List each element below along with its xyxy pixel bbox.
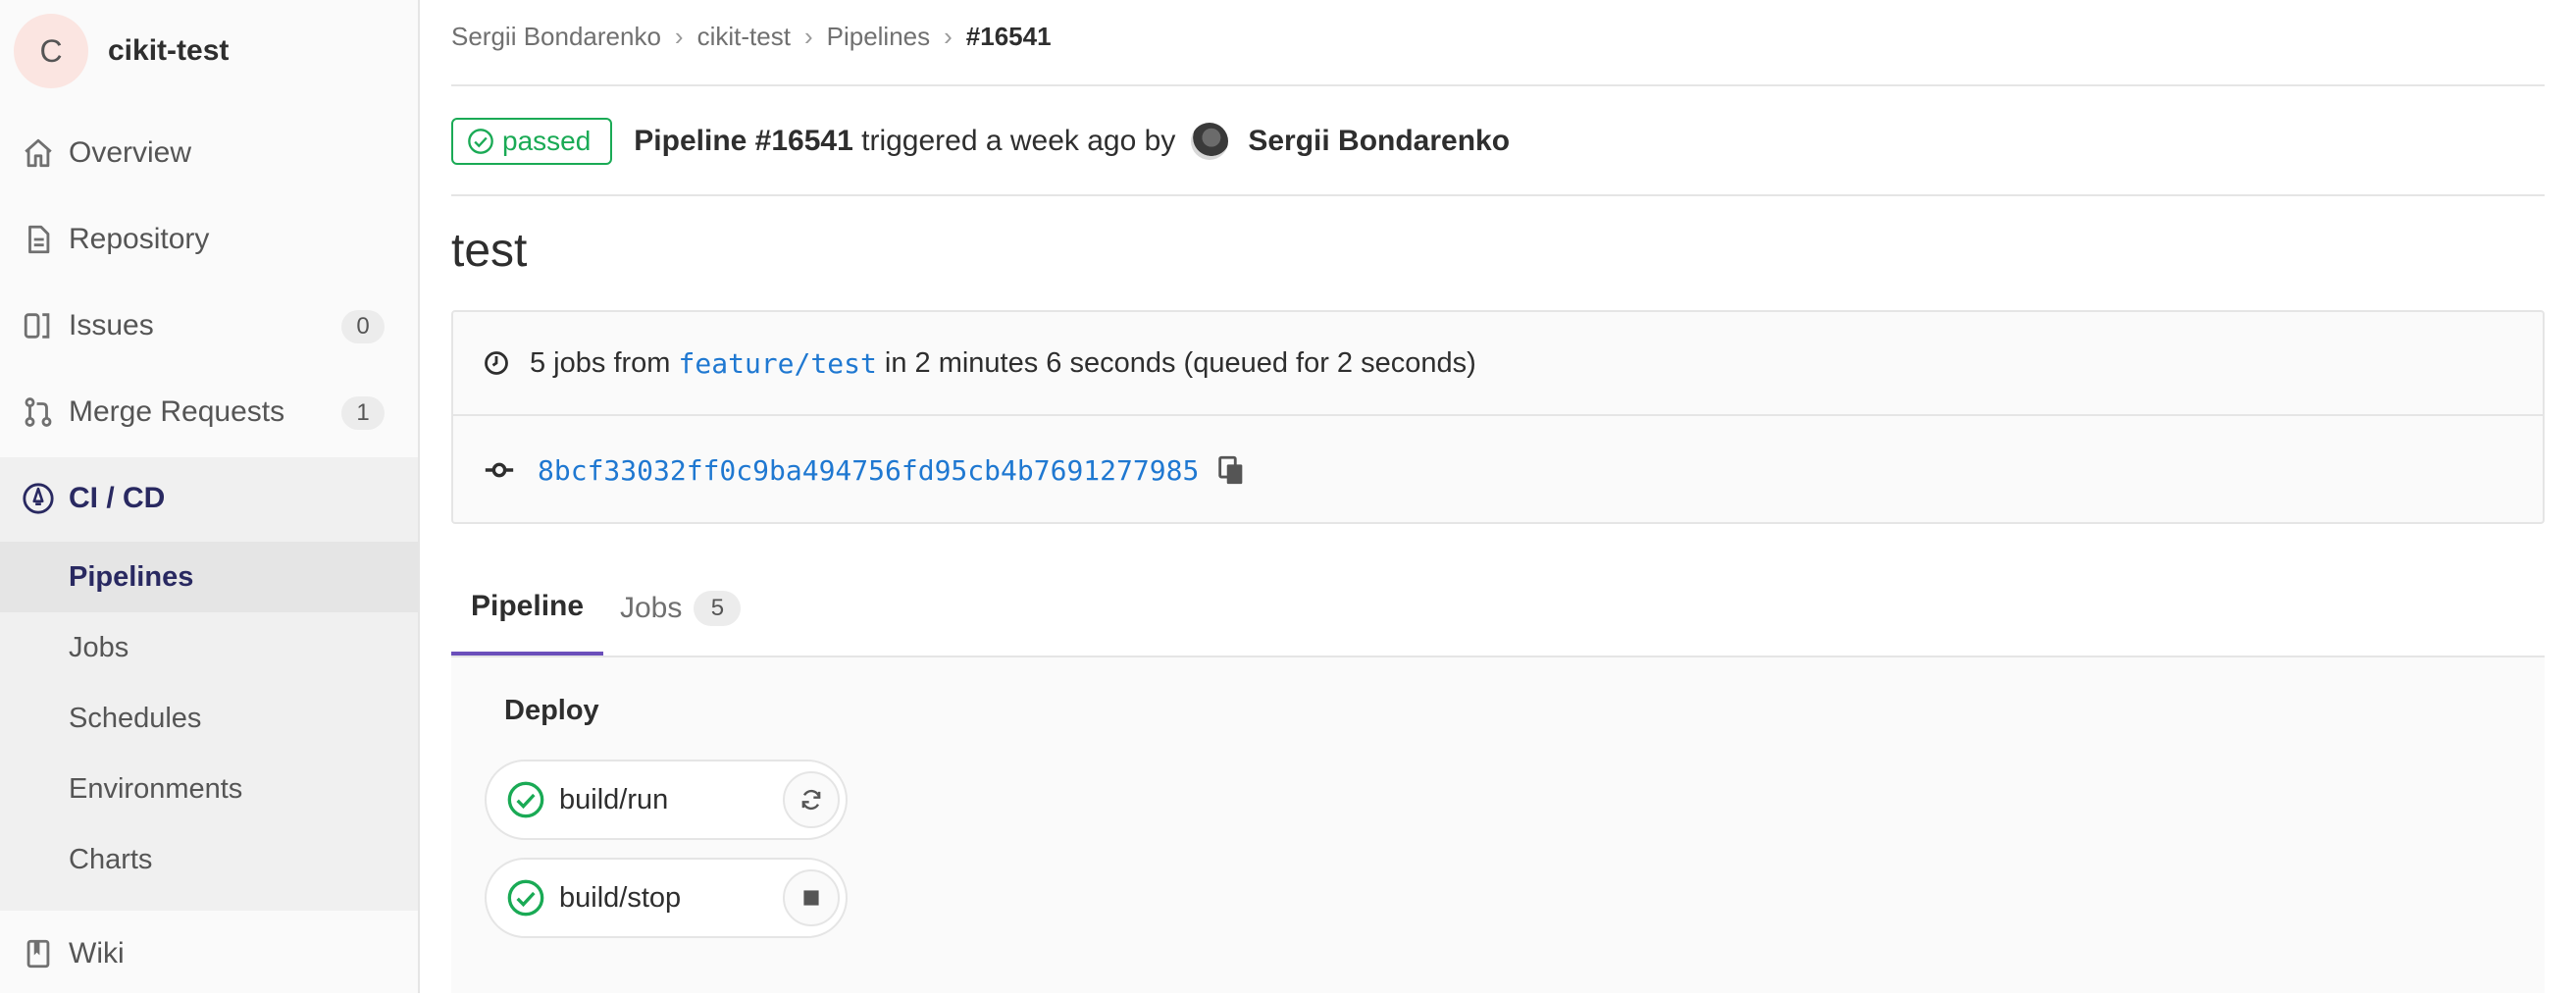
chevron-right-icon: › <box>803 22 813 51</box>
document-icon <box>22 223 55 256</box>
sidebar-item-label: Repository <box>69 223 210 255</box>
breadcrumb: Sergii Bondarenko › cikit-test › Pipelin… <box>451 22 1052 52</box>
merge-requests-count-badge: 1 <box>341 396 385 430</box>
breadcrumb-pipelines[interactable]: Pipelines <box>827 22 931 52</box>
job-build-run[interactable]: build/run <box>485 760 848 840</box>
sidebar-item-repository[interactable]: Repository <box>0 196 418 283</box>
retry-icon <box>801 789 821 811</box>
job-name: build/stop <box>559 881 682 914</box>
stop-button[interactable] <box>783 869 840 926</box>
pipeline-jobs-info: 5 jobs from feature/test in 2 minutes 6 … <box>453 312 2543 416</box>
pipeline-tabs: Pipeline Jobs 5 <box>451 561 2545 657</box>
job-name: build/run <box>559 783 669 815</box>
pipeline-name: Pipeline #16541 <box>634 125 853 157</box>
tab-label: Jobs <box>620 592 683 624</box>
sidebar-item-cicd[interactable]: CI / CD <box>0 455 418 542</box>
issues-icon <box>22 309 55 342</box>
merge-request-icon <box>22 395 55 429</box>
sidebar-item-issues[interactable]: Issues 0 <box>0 283 418 369</box>
sidebar-subitem-environments[interactable]: Environments <box>0 754 418 824</box>
breadcrumb-user[interactable]: Sergii Bondarenko <box>451 22 661 52</box>
copy-icon[interactable] <box>1216 453 1246 487</box>
sidebar-item-wiki[interactable]: Wiki <box>0 911 418 997</box>
breadcrumb-project[interactable]: cikit-test <box>697 22 791 52</box>
sidebar-item-label: Merge Requests <box>69 395 285 428</box>
retry-button[interactable] <box>783 771 840 828</box>
sidebar-item-merge-requests[interactable]: Merge Requests 1 <box>0 369 418 455</box>
check-circle-icon <box>507 879 544 917</box>
pipeline-info-box: 5 jobs from feature/test in 2 minutes 6 … <box>451 310 2545 524</box>
clock-icon <box>485 351 508 375</box>
status-badge[interactable]: passed <box>451 118 613 165</box>
home-icon <box>22 136 55 170</box>
book-icon <box>22 937 55 971</box>
breadcrumb-current[interactable]: #16541 <box>966 22 1052 52</box>
sidebar-item-label: Wiki <box>69 937 125 970</box>
project-avatar: C <box>14 14 88 88</box>
chevron-right-icon: › <box>944 22 953 51</box>
stop-icon <box>803 890 819 906</box>
sidebar-subitem-charts[interactable]: Charts <box>0 824 418 895</box>
status-label: passed <box>502 126 592 156</box>
branch-link[interactable]: feature/test <box>679 347 877 380</box>
stage-title: Deploy <box>504 695 599 726</box>
sidebar-subitem-schedules[interactable]: Schedules <box>0 683 418 754</box>
chevron-right-icon: › <box>674 22 684 51</box>
issues-count-badge: 0 <box>341 310 385 343</box>
tab-jobs[interactable]: Jobs 5 <box>620 561 742 656</box>
sidebar-subitem-jobs[interactable]: Jobs <box>0 612 418 683</box>
job-build-stop[interactable]: build/stop <box>485 858 848 938</box>
sidebar-item-label: CI / CD <box>69 482 166 514</box>
rocket-icon <box>22 482 55 515</box>
sidebar-item-label: Issues <box>69 309 154 341</box>
user-name[interactable]: Sergii Bondarenko <box>1248 125 1510 158</box>
check-circle-icon <box>468 129 493 154</box>
project-name[interactable]: cikit-test <box>108 34 229 68</box>
sidebar-item-overview[interactable]: Overview <box>0 110 418 196</box>
duration-text: in 2 minutes 6 seconds (queued for 2 sec… <box>884 346 1476 379</box>
check-circle-icon <box>507 781 544 818</box>
sidebar-item-label: Overview <box>69 136 192 169</box>
commit-icon <box>485 462 514 478</box>
commit-sha-link[interactable]: 8bcf33032ff0c9ba494756fd95cb4b7691277985 <box>538 454 1199 487</box>
pipeline-triggered: triggered a week ago by <box>861 125 1176 157</box>
commit-row: 8bcf33032ff0c9ba494756fd95cb4b7691277985 <box>453 416 2543 524</box>
tab-label: Pipeline <box>471 590 585 622</box>
tab-pipeline[interactable]: Pipeline <box>451 561 604 656</box>
divider <box>451 194 2545 196</box>
jobs-count-badge: 5 <box>694 591 742 626</box>
divider <box>451 84 2545 86</box>
sidebar-subitem-pipelines[interactable]: Pipelines <box>0 542 418 612</box>
project-header[interactable]: C cikit-test <box>14 14 229 88</box>
page-title: test <box>451 225 528 277</box>
sidebar: C cikit-test Overview Repository Issues … <box>0 0 420 993</box>
pipeline-header: passed Pipeline #16541 triggered a week … <box>451 118 1510 165</box>
jobs-prefix: 5 jobs from <box>530 346 671 379</box>
avatar[interactable] <box>1191 123 1229 160</box>
pipeline-summary: Pipeline #16541 triggered a week ago by <box>634 125 1175 158</box>
pipeline-graph: Deploy build/run build/stop <box>451 657 2545 993</box>
